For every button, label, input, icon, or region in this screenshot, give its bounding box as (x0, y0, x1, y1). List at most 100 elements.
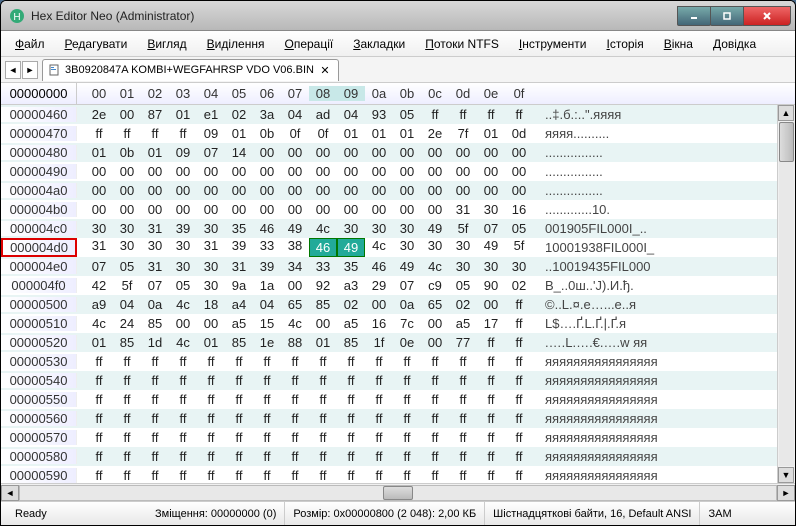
ascii-text[interactable]: ©..L.¤.e…...e..я (533, 297, 636, 312)
hex-row[interactable]: 00000470ffffffff09010b0f0f0101012e7f010d… (1, 124, 795, 143)
hex-byte[interactable]: 07 (141, 278, 169, 293)
hex-byte[interactable]: 00 (225, 183, 253, 198)
hex-byte[interactable]: 30 (477, 202, 505, 217)
hex-byte[interactable]: 00 (281, 278, 309, 293)
hex-byte[interactable]: 49 (337, 238, 365, 257)
hex-byte[interactable]: 09 (197, 126, 225, 141)
hex-byte[interactable]: ff (85, 468, 113, 483)
hex-byte[interactable]: 1a (253, 278, 281, 293)
hex-byte[interactable]: 30 (197, 259, 225, 274)
hex-byte[interactable]: 09 (169, 145, 197, 160)
col-header[interactable]: 07 (281, 86, 309, 101)
hex-byte[interactable]: 01 (309, 335, 337, 350)
hex-row[interactable]: 00000500a9040a4c18a404658502000a650200ff… (1, 295, 795, 314)
hex-byte[interactable]: 05 (113, 259, 141, 274)
hex-byte[interactable]: 85 (141, 316, 169, 331)
hex-byte[interactable]: 1d (141, 335, 169, 350)
row-address[interactable]: 00000520 (1, 335, 77, 350)
hex-byte[interactable]: ff (85, 430, 113, 445)
hex-byte[interactable]: 14 (225, 145, 253, 160)
hex-byte[interactable]: ff (393, 468, 421, 483)
row-address[interactable]: 00000480 (1, 145, 77, 160)
hex-byte[interactable]: 04 (113, 297, 141, 312)
hex-byte[interactable]: 39 (169, 221, 197, 236)
hex-byte[interactable]: 7c (393, 316, 421, 331)
hex-byte[interactable]: 46 (253, 221, 281, 236)
hex-byte[interactable]: 04 (337, 107, 365, 122)
hex-byte[interactable]: a4 (225, 297, 253, 312)
hex-byte[interactable]: ff (85, 373, 113, 388)
hex-row[interactable]: 0000052001851d4c01851e8801851f0e0077ffff… (1, 333, 795, 352)
hex-byte[interactable]: ff (365, 392, 393, 407)
hex-byte[interactable]: ff (449, 107, 477, 122)
hex-byte[interactable]: 00 (281, 183, 309, 198)
hex-byte[interactable]: ff (505, 392, 533, 407)
hex-byte[interactable]: ff (309, 354, 337, 369)
menu-Редагувати[interactable]: Редагувати (57, 34, 136, 54)
hex-byte[interactable]: 00 (253, 145, 281, 160)
hex-byte[interactable]: ff (169, 373, 197, 388)
hex-byte[interactable]: 01 (197, 335, 225, 350)
hex-byte[interactable]: ff (113, 411, 141, 426)
hex-byte[interactable]: 01 (85, 145, 113, 160)
hex-byte[interactable]: ff (393, 430, 421, 445)
hex-byte[interactable]: 5f (449, 221, 477, 236)
hex-byte[interactable]: 34 (281, 259, 309, 274)
menu-Файл[interactable]: Файл (7, 34, 53, 54)
hex-byte[interactable]: 49 (477, 238, 505, 257)
hex-row[interactable]: 000005104c24850000a5154c00a5167c00a517ff… (1, 314, 795, 333)
menu-Інструменти[interactable]: Інструменти (511, 34, 595, 54)
hex-byte[interactable]: ff (113, 126, 141, 141)
hex-byte[interactable]: 02 (449, 297, 477, 312)
hex-byte[interactable]: ff (113, 354, 141, 369)
row-address[interactable]: 00000500 (1, 297, 77, 312)
hex-byte[interactable]: 0a (393, 297, 421, 312)
hex-byte[interactable]: 7f (449, 126, 477, 141)
hex-byte[interactable]: 00 (505, 164, 533, 179)
row-address[interactable]: 00000460 (1, 107, 77, 122)
hex-byte[interactable]: 00 (421, 183, 449, 198)
hex-byte[interactable]: 35 (337, 259, 365, 274)
close-button[interactable] (743, 6, 791, 26)
hex-byte[interactable]: ff (85, 126, 113, 141)
hex-byte[interactable]: 30 (113, 221, 141, 236)
hex-byte[interactable]: 77 (449, 335, 477, 350)
hex-byte[interactable]: ff (253, 468, 281, 483)
scroll-track[interactable] (779, 122, 794, 466)
hex-byte[interactable]: ff (505, 468, 533, 483)
scroll-up-button[interactable]: ▲ (778, 105, 794, 121)
hex-byte[interactable]: 31 (197, 238, 225, 257)
hex-byte[interactable]: 0f (309, 126, 337, 141)
ascii-text[interactable]: 10001938FIL000I_ (533, 240, 654, 255)
hex-byte[interactable]: 01 (365, 126, 393, 141)
hex-byte[interactable]: 92 (309, 278, 337, 293)
col-header[interactable]: 02 (141, 86, 169, 101)
hex-byte[interactable]: 02 (505, 278, 533, 293)
hex-byte[interactable]: ff (225, 354, 253, 369)
hex-byte[interactable]: c9 (421, 278, 449, 293)
hex-byte[interactable]: 00 (141, 164, 169, 179)
ascii-text[interactable]: яяяяяяяяяяяяяяяя (533, 449, 658, 464)
row-address[interactable]: 00000490 (1, 164, 77, 179)
hex-byte[interactable]: ff (309, 392, 337, 407)
hex-byte[interactable]: ff (169, 449, 197, 464)
hex-byte[interactable]: ff (337, 354, 365, 369)
hex-byte[interactable]: ff (169, 354, 197, 369)
hex-byte[interactable]: 00 (113, 164, 141, 179)
hex-byte[interactable]: 05 (449, 278, 477, 293)
hex-byte[interactable]: 00 (113, 202, 141, 217)
hex-byte[interactable]: ff (421, 107, 449, 122)
row-address[interactable]: 00000470 (1, 126, 77, 141)
hex-byte[interactable]: 00 (85, 202, 113, 217)
hex-byte[interactable]: 30 (477, 259, 505, 274)
hex-byte[interactable]: ff (253, 392, 281, 407)
ascii-text[interactable]: ................ (533, 164, 603, 179)
hex-byte[interactable]: 2e (421, 126, 449, 141)
hex-byte[interactable]: 85 (225, 335, 253, 350)
menu-Операції[interactable]: Операції (276, 34, 341, 54)
hex-row[interactable]: 000004a000000000000000000000000000000000… (1, 181, 795, 200)
menu-Вікна[interactable]: Вікна (656, 34, 701, 54)
hex-byte[interactable]: 00 (141, 202, 169, 217)
hex-byte[interactable]: 00 (197, 202, 225, 217)
hex-byte[interactable]: ff (169, 468, 197, 483)
